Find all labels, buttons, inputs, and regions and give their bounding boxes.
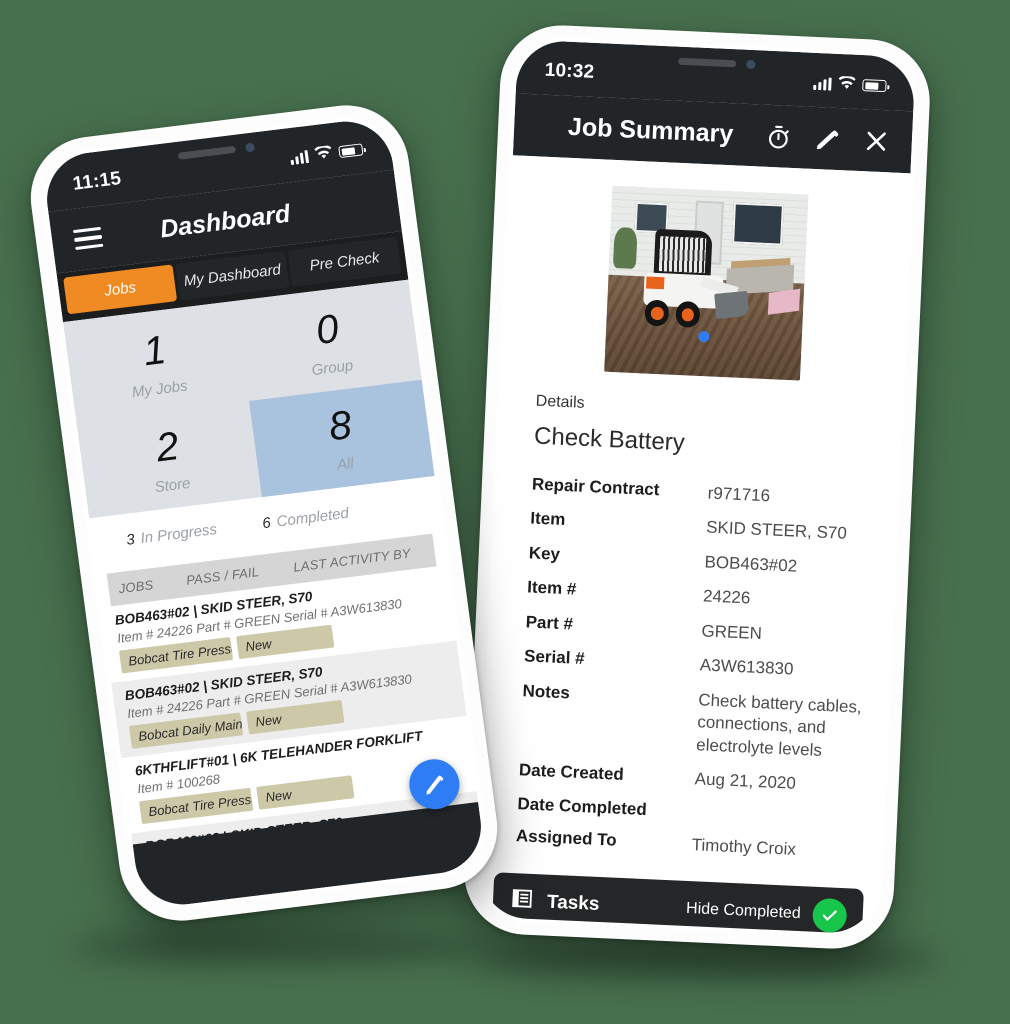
stat-value: 1: [140, 327, 169, 375]
earpiece-speaker: [677, 57, 736, 67]
details-table: Repair Contract r971716 Item SKID STEER,…: [481, 467, 896, 871]
detail-label: Assigned To: [515, 826, 618, 851]
detail-value: Check battery cables, connections, and e…: [695, 689, 863, 760]
in-progress-label: In Progress: [139, 520, 218, 548]
skid-steer-machine: [636, 228, 750, 330]
bobcat-skid-steer-photo[interactable]: [604, 185, 809, 381]
job-summary-body: Details Check Battery Repair Contract r9…: [478, 155, 911, 935]
completed-count: 6: [261, 514, 272, 533]
in-progress-stat: 3 In Progress: [125, 521, 218, 549]
screenshot-canvas: 10:32 Job Summary Details Check Battery …: [0, 0, 1010, 1024]
pencil-edit-icon[interactable]: [813, 124, 841, 152]
battery-icon: [862, 79, 887, 93]
status-time: 11:15: [71, 168, 123, 195]
wifi-icon: [314, 145, 333, 163]
phone-device-job-summary: 10:32 Job Summary Details Check Battery …: [461, 22, 933, 952]
hamburger-menu-icon[interactable]: [72, 226, 104, 251]
phone-bezel-left: 11:15 Dashboard Jobs My Dashboard Pre Ch…: [36, 111, 492, 915]
job-chip-status: New: [236, 624, 335, 660]
tasks-label: Tasks: [546, 891, 600, 915]
hide-completed-toggle[interactable]: [811, 897, 848, 934]
front-camera: [745, 59, 755, 69]
job-photo-carousel[interactable]: [503, 155, 911, 399]
device-notch: [630, 44, 802, 81]
earpiece-speaker: [177, 145, 236, 160]
close-x-icon[interactable]: [862, 127, 890, 155]
page-title: Job Summary: [567, 112, 734, 148]
stat-value: 2: [153, 424, 182, 471]
stopwatch-icon[interactable]: [764, 122, 792, 150]
job-chip-status: New: [256, 775, 355, 810]
stat-value: 0: [313, 306, 342, 354]
tab-pre-check[interactable]: Pre Check: [287, 236, 402, 287]
tab-my-dashboard[interactable]: My Dashboard: [175, 250, 290, 301]
column-header-pass-fail: PASS / FAIL: [185, 564, 260, 588]
screen-dashboard: 11:15 Dashboard Jobs My Dashboard Pre Ch…: [41, 116, 487, 910]
phone-shadow-right: [470, 940, 940, 978]
front-camera: [244, 142, 255, 153]
status-indicators: [813, 75, 887, 94]
stat-value: 8: [326, 402, 355, 450]
job-chip-status: New: [246, 699, 345, 735]
navbar-spacer: [348, 203, 376, 206]
detail-label: Notes: [522, 680, 571, 703]
detail-value: Timothy Croix: [691, 835, 797, 860]
task-list-icon: [508, 885, 535, 917]
phone-shadow-left: [70, 930, 490, 964]
status-indicators: [289, 141, 364, 166]
stats-grid: 1 My Jobs 0 Group 2 Store 8 All: [62, 279, 435, 519]
tasks-section-header[interactable]: Tasks Hide Completed: [491, 872, 864, 935]
signal-bars-icon: [813, 76, 832, 91]
phone-device-dashboard: 11:15 Dashboard Jobs My Dashboard Pre Ch…: [23, 98, 505, 928]
column-header-jobs: JOBS: [117, 577, 155, 597]
wifi-icon: [838, 75, 856, 93]
in-progress-count: 3: [125, 531, 136, 549]
screen-job-summary: 10:32 Job Summary Details Check Battery …: [478, 39, 916, 935]
hide-completed-label: Hide Completed: [685, 899, 802, 922]
tab-jobs[interactable]: Jobs: [63, 264, 178, 315]
pink-insulation: [767, 288, 801, 315]
navbar-actions: [764, 122, 890, 155]
completed-stat: 6 Completed: [261, 505, 349, 532]
status-time: 10:32: [544, 59, 595, 83]
completed-label: Completed: [275, 504, 350, 531]
phone-bezel-right: 10:32 Job Summary Details Check Battery …: [474, 35, 920, 939]
battery-icon: [338, 143, 364, 159]
device-notch: [129, 126, 302, 176]
shrub: [612, 226, 639, 269]
